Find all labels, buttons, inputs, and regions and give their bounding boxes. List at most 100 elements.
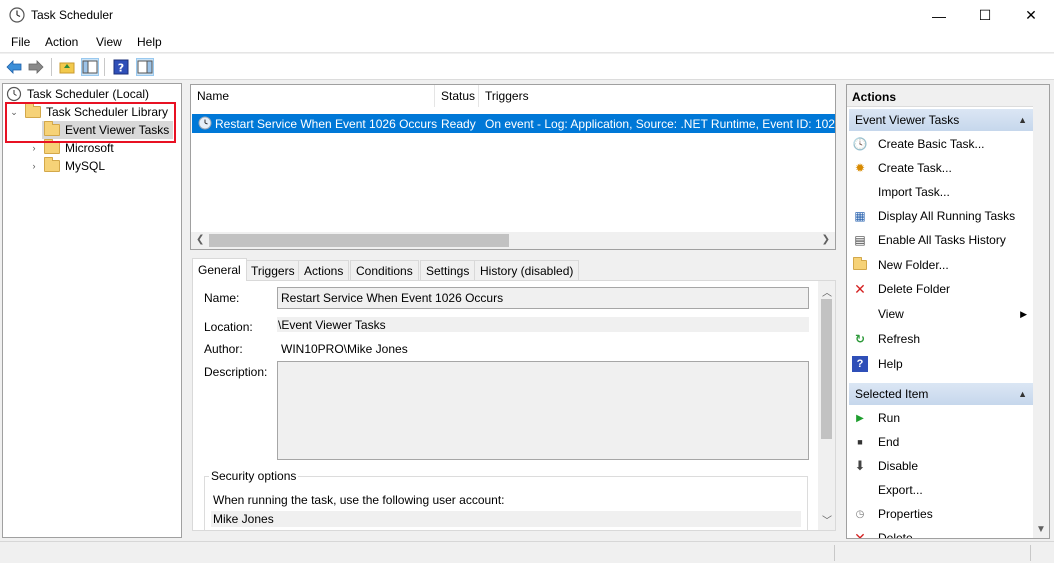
- action-delete[interactable]: ✕ Delete: [849, 526, 1031, 539]
- action-label: Run: [878, 411, 901, 425]
- show-hide-action-pane-button[interactable]: [136, 58, 154, 76]
- action-refresh[interactable]: ↻ Refresh: [849, 327, 1031, 351]
- section-event-viewer-tasks[interactable]: Event Viewer Tasks ▲: [849, 109, 1033, 131]
- table-row[interactable]: Restart Service When Event 1026 Occurs R…: [192, 114, 835, 133]
- section-label: Selected Item: [855, 387, 929, 401]
- minimize-button[interactable]: —: [916, 0, 962, 31]
- horizontal-scrollbar[interactable]: ❮ ❯: [191, 232, 835, 249]
- action-disable[interactable]: ⬇ Disable: [849, 454, 1031, 478]
- history-icon: ▤: [854, 233, 866, 247]
- arrow-right-icon: [28, 60, 44, 74]
- actions-scrollbar[interactable]: ▼: [1033, 85, 1049, 538]
- action-create-task[interactable]: ✹ Create Task...: [849, 156, 1031, 180]
- action-label: Delete: [878, 531, 913, 539]
- tab-history[interactable]: History (disabled): [474, 260, 580, 280]
- action-label: Export...: [878, 483, 923, 497]
- refresh-icon: ↻: [854, 332, 866, 346]
- forward-button[interactable]: [27, 58, 45, 76]
- scroll-up-icon[interactable]: ︿: [822, 284, 832, 299]
- action-end[interactable]: ■ End: [849, 430, 1031, 454]
- chevron-right-icon[interactable]: ›: [28, 161, 40, 171]
- action-label: New Folder...: [878, 258, 949, 272]
- up-folder-button[interactable]: [58, 58, 76, 76]
- scroll-right-icon[interactable]: ❯: [822, 234, 830, 245]
- back-button[interactable]: [5, 58, 23, 76]
- section-selected-item[interactable]: Selected Item ▲: [849, 383, 1033, 405]
- menu-help[interactable]: Help: [137, 35, 162, 49]
- security-options-title: Security options: [209, 469, 299, 483]
- action-import-task[interactable]: Import Task...: [849, 180, 1031, 204]
- window-title: Task Scheduler: [31, 8, 114, 22]
- menu-bar: File Action View Help: [0, 31, 1054, 53]
- security-options-text: When running the task, use the following…: [213, 493, 505, 507]
- actions-title: Actions: [847, 85, 1049, 107]
- show-hide-console-tree-button[interactable]: [81, 58, 99, 76]
- description-field[interactable]: [277, 361, 809, 460]
- user-account-field: Mike Jones: [211, 511, 801, 527]
- tree-node-root[interactable]: Task Scheduler (Local): [6, 85, 149, 103]
- menu-view[interactable]: View: [96, 35, 122, 49]
- vertical-scrollbar[interactable]: ︿ ﹀: [818, 281, 835, 530]
- column-header-status[interactable]: Status: [435, 85, 479, 107]
- status-divider: [1030, 545, 1031, 561]
- action-label: Help: [878, 357, 903, 371]
- tab-actions[interactable]: Actions: [298, 260, 350, 280]
- properties-clock-icon: ◷: [855, 508, 865, 520]
- minimize-icon: —: [932, 7, 946, 24]
- action-export[interactable]: Export...: [849, 478, 1031, 502]
- maximize-icon: ☐: [978, 7, 992, 23]
- scrollbar-thumb[interactable]: [209, 234, 509, 247]
- title-bar: Task Scheduler — ☐ ✕: [0, 0, 1054, 31]
- action-label: View: [878, 307, 904, 321]
- action-display-running-tasks[interactable]: ▦ Display All Running Tasks: [849, 204, 1031, 228]
- arrow-left-icon: [6, 60, 22, 74]
- task-list: Name Status Triggers Restart Service Whe…: [190, 84, 836, 250]
- location-label: Location:: [204, 320, 253, 334]
- status-bar: [0, 541, 1054, 563]
- action-properties[interactable]: ◷ Properties: [849, 502, 1031, 526]
- action-delete-folder[interactable]: ✕ Delete Folder: [849, 277, 1031, 301]
- action-help[interactable]: ? Help: [849, 352, 1031, 376]
- action-run[interactable]: ▶ Run: [849, 406, 1031, 430]
- description-label: Description:: [204, 365, 268, 379]
- column-header-triggers[interactable]: Triggers: [479, 85, 835, 107]
- blank-icon: [852, 482, 868, 498]
- author-field: WIN10PRO\Mike Jones: [281, 342, 408, 356]
- name-field[interactable]: Restart Service When Event 1026 Occurs: [277, 287, 809, 309]
- action-new-folder[interactable]: New Folder...: [849, 253, 1031, 277]
- play-icon: ▶: [856, 412, 864, 424]
- help-toolbar-button[interactable]: ?: [112, 58, 130, 76]
- collapse-icon[interactable]: ▲: [1018, 115, 1027, 125]
- close-icon: ✕: [1025, 7, 1037, 23]
- column-header-name[interactable]: Name: [191, 85, 435, 107]
- scroll-down-icon[interactable]: ▼: [1036, 524, 1046, 535]
- tree-node-mysql[interactable]: › MySQL: [28, 157, 105, 175]
- new-folder-icon: [852, 257, 868, 273]
- action-enable-tasks-history[interactable]: ▤ Enable All Tasks History: [849, 228, 1031, 252]
- menu-file[interactable]: File: [11, 35, 30, 49]
- maximize-button[interactable]: ☐: [962, 0, 1008, 31]
- highlight-box: [5, 102, 176, 143]
- general-tab-panel: Name: Restart Service When Event 1026 Oc…: [192, 280, 836, 531]
- tab-triggers[interactable]: Triggers: [245, 260, 301, 280]
- scrollbar-thumb[interactable]: [821, 299, 832, 439]
- scroll-down-icon[interactable]: ﹀: [822, 512, 832, 527]
- action-view[interactable]: View ▶: [849, 302, 1031, 326]
- help-icon: ?: [113, 59, 129, 75]
- action-create-basic-task[interactable]: 🕓 Create Basic Task...: [849, 132, 1031, 156]
- tab-settings[interactable]: Settings: [420, 260, 476, 280]
- collapse-icon[interactable]: ▲: [1018, 389, 1027, 399]
- menu-action[interactable]: Action: [45, 35, 78, 49]
- clock-wand-icon: 🕓: [852, 137, 868, 151]
- help-icon: ?: [852, 356, 868, 372]
- folder-icon: [44, 157, 60, 172]
- task-scheduler-window: Task Scheduler — ☐ ✕ File Action View He…: [0, 0, 1054, 563]
- close-button[interactable]: ✕: [1008, 0, 1054, 31]
- delete-x-icon: ✕: [854, 529, 866, 539]
- tab-general[interactable]: General: [192, 258, 247, 281]
- svg-text:?: ?: [118, 62, 124, 75]
- scroll-left-icon[interactable]: ❮: [196, 234, 204, 245]
- chevron-right-icon[interactable]: ›: [28, 143, 40, 153]
- tab-conditions[interactable]: Conditions: [350, 260, 419, 280]
- name-label: Name:: [204, 291, 240, 305]
